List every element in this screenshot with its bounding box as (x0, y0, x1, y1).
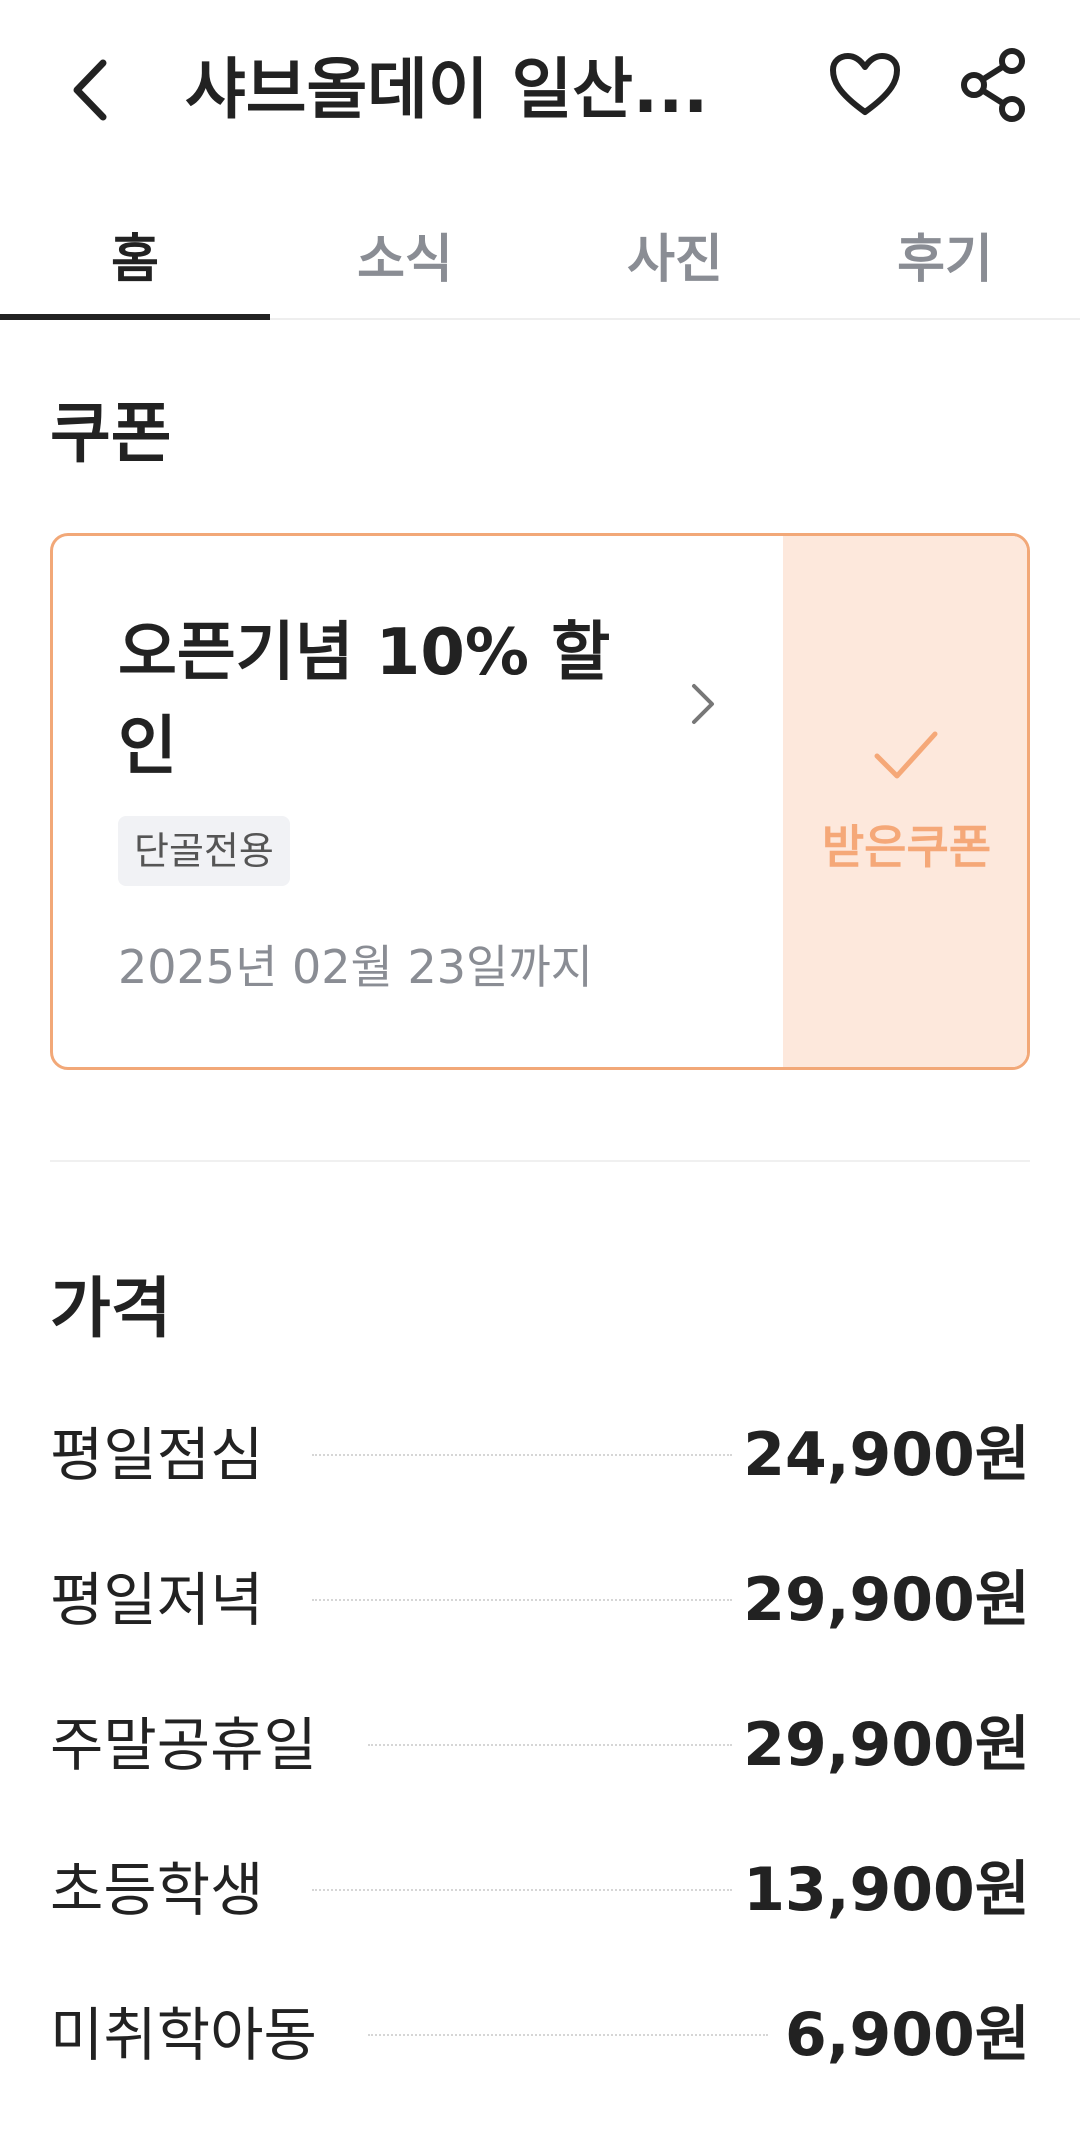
app-header: 샤브올데이 일산... (0, 0, 1080, 180)
price-row: 초등학생 13,900원 (50, 1845, 1030, 1935)
chevron-left-icon (73, 59, 107, 121)
price-item-name: 초등학생 (50, 1856, 264, 1924)
page-title: 샤브올데이 일산... (185, 51, 709, 128)
dotted-leader (368, 1744, 732, 1746)
coupon-section-title: 쿠폰 (50, 395, 172, 472)
heart-icon (830, 53, 900, 115)
price-row: 평일저녁 29,900원 (50, 1555, 1030, 1645)
price-item-name: 미취학아동 (50, 2001, 317, 2069)
coupon-status-panel: 받은쿠폰 (783, 536, 1027, 1067)
coupon-card[interactable]: 오픈기념 10% 할인 단골전용 2025년 02월 23일까지 받은쿠폰 (50, 533, 1030, 1070)
dotted-leader (312, 1454, 732, 1456)
coupon-received-label: 받은쿠폰 (821, 820, 992, 874)
price-item-value: 6,900원 (785, 2000, 1030, 2070)
back-button[interactable] (50, 50, 130, 130)
price-item-value: 24,900원 (743, 1420, 1030, 1490)
checkmark-icon (874, 731, 938, 779)
coupon-title: 오픈기념 10% 할인 (118, 616, 611, 784)
price-row: 평일점심 24,900원 (50, 1410, 1030, 1500)
tab-reviews[interactable]: 후기 (810, 190, 1080, 318)
favorite-button[interactable] (820, 40, 910, 130)
tab-bar: 홈 소식 사진 후기 (0, 190, 1080, 320)
dotted-leader (312, 1889, 732, 1891)
price-item-value: 13,900원 (743, 1855, 1030, 1925)
dotted-leader (312, 1599, 732, 1601)
price-row: 미취학아동 6,900원 (50, 1990, 1030, 2080)
tab-home[interactable]: 홈 (0, 190, 270, 320)
share-icon (961, 48, 1025, 122)
tab-photos[interactable]: 사진 (540, 190, 810, 318)
chevron-right-icon[interactable] (673, 664, 733, 744)
price-item-name: 주말공휴일 (50, 1711, 317, 1779)
price-item-name: 평일저녁 (50, 1566, 264, 1634)
price-section-title: 가격 (50, 1270, 172, 1347)
price-item-value: 29,900원 (743, 1710, 1030, 1780)
price-item-name: 평일점심 (50, 1421, 264, 1489)
coupon-tag-badge: 단골전용 (118, 816, 290, 886)
price-row: 주말공휴일 29,900원 (50, 1700, 1030, 1790)
section-divider (50, 1160, 1030, 1162)
price-item-value: 29,900원 (743, 1565, 1030, 1635)
dotted-leader (368, 2034, 768, 2036)
share-button[interactable] (948, 40, 1038, 130)
coupon-info[interactable]: 오픈기념 10% 할인 단골전용 2025년 02월 23일까지 (53, 536, 783, 1067)
coupon-expiry-date: 2025년 02월 23일까지 (118, 940, 593, 994)
tab-news[interactable]: 소식 (270, 190, 540, 318)
